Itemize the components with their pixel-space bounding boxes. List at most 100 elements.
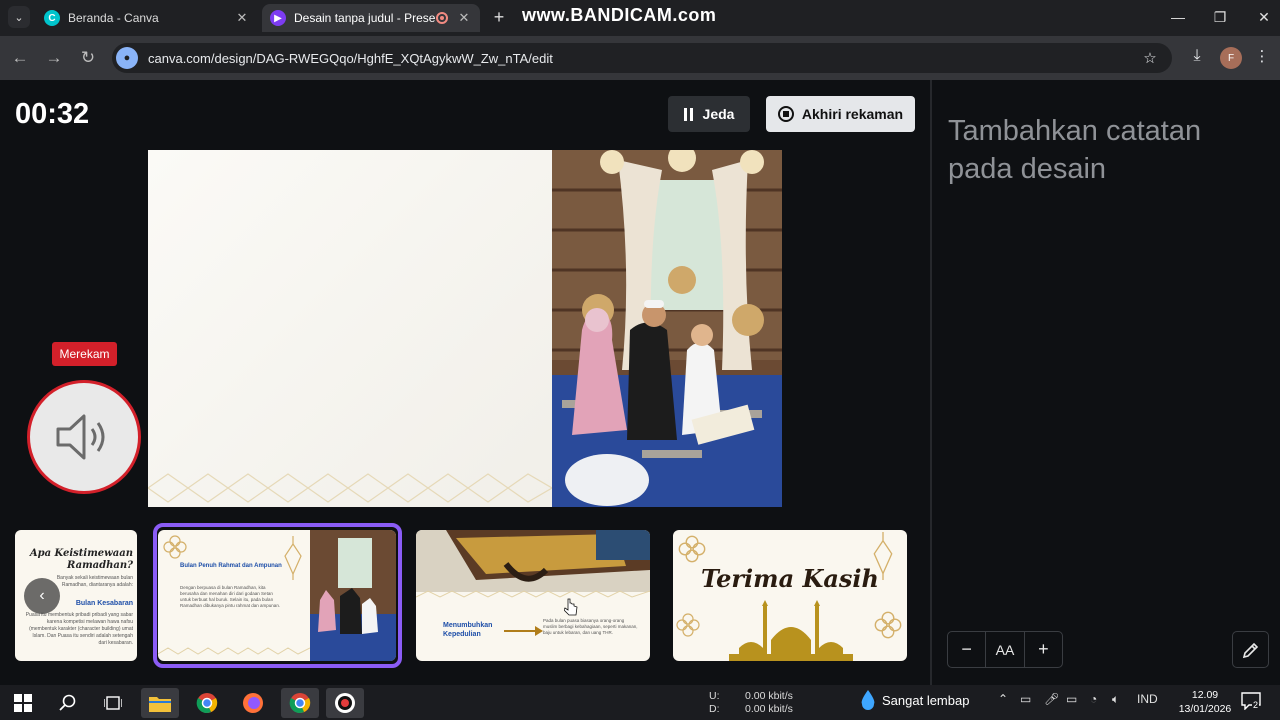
windows-start-icon[interactable] (4, 688, 42, 718)
family-praying-photo (310, 530, 396, 661)
slide-thumbnail-4[interactable]: Terima Kasih (673, 530, 907, 661)
url-text[interactable]: canva.com/design/DAG-RWEGQqo/HghfE_XQtAg… (148, 51, 1138, 66)
menu-kebab-icon[interactable]: ⋮ (1252, 47, 1272, 69)
search-icon[interactable] (49, 688, 87, 718)
file-explorer-icon[interactable] (141, 688, 179, 718)
recording-badge: Merekam (52, 342, 117, 366)
battery-icon[interactable]: ▭ (1066, 692, 1077, 706)
end-recording-button[interactable]: Akhiri rekaman (766, 96, 915, 132)
close-tab-icon[interactable]: ✕ (456, 10, 472, 26)
thumbnail-title: Terima Kasih (701, 564, 879, 593)
thumbnail-title: Apa Keistimewaan Ramadhan? (29, 548, 133, 571)
lantern-icon (284, 536, 302, 580)
speaker-button[interactable] (27, 380, 141, 494)
taskbar-clock[interactable]: 12.09 13/01/2026 (1172, 688, 1238, 716)
reload-icon[interactable]: ↻ (76, 46, 100, 70)
weather-widget[interactable]: Sangat lembap (860, 690, 969, 710)
recording-timer: 00:32 (15, 98, 90, 130)
slide-thumbnail-2[interactable]: Bulan Penuh Rahmat dan Ampunan Dengan be… (158, 530, 396, 661)
firefox-icon[interactable] (234, 688, 272, 718)
thumbnail-title: Bulan Penuh Rahmat dan Ampunan (180, 563, 282, 569)
flower-ornament-icon (676, 613, 700, 637)
upload-speed: 0.00 kbit/s (745, 690, 793, 702)
bookmark-star-icon[interactable]: ☆ (1138, 49, 1162, 67)
forward-arrow-icon[interactable]: → (42, 46, 66, 70)
chrome-active-icon[interactable] (281, 688, 319, 718)
close-tab-icon[interactable]: ✕ (234, 10, 250, 26)
flower-ornament-icon (163, 535, 187, 559)
quran-book-photo (416, 530, 650, 592)
network-labels: U: D: (709, 690, 723, 716)
slide-paper-background (148, 150, 552, 507)
text-size-controls: − AA + (947, 631, 1063, 668)
notes-placeholder[interactable]: Tambahkan catatan pada desain (948, 112, 1258, 188)
canva-icon: C (44, 10, 60, 26)
pause-label: Jeda (702, 106, 735, 122)
weather-text: Sangat lembap (882, 692, 970, 708)
edit-notes-button[interactable] (1232, 631, 1269, 668)
notification-center-icon[interactable]: 2 (1240, 692, 1262, 712)
wifi-icon[interactable]: ◔ (1090, 692, 1097, 706)
thumbnail-body: Puasa itu membentuk pribadi pribadi yang… (25, 612, 133, 646)
volume-icon[interactable]: 🔈︎ (1112, 692, 1119, 707)
speaker-icon (56, 414, 105, 460)
thumbnail-body: Dengan berpuasa di bulan Ramadhan, kita … (180, 585, 281, 608)
tab-presentation[interactable]: ▶ Desain tanpa judul - Presen ✕ (262, 4, 480, 32)
tab-title: Beranda - Canva (68, 11, 159, 25)
download-label: D: (709, 703, 720, 715)
flower-ornament-icon (678, 535, 706, 563)
thumbnail-subheading: Bulan Kesabaran (75, 600, 133, 607)
flower-ornament-icon (874, 611, 902, 639)
arrow-right-icon (535, 626, 543, 636)
restore-icon[interactable]: ❐ (1205, 6, 1235, 28)
family-praying-photo (552, 150, 782, 507)
minimize-icon[interactable]: — (1163, 6, 1193, 28)
pause-icon (683, 107, 693, 121)
bandicam-watermark: www.BANDICAM.com (522, 5, 717, 25)
pencil-edit-icon (1242, 642, 1258, 658)
recording-indicator-icon (436, 12, 448, 24)
close-window-icon[interactable]: ✕ (1249, 6, 1279, 28)
omnibox[interactable]: ● canva.com/design/DAG-RWEGQqo/HghfE_XQt… (112, 43, 1172, 73)
thumbnail-title: Menumbuhkan Kepedulian (443, 622, 493, 638)
ornament-border (148, 473, 552, 503)
download-icon[interactable]: ⤓ (1186, 47, 1208, 69)
language-indicator[interactable]: IND (1137, 692, 1158, 706)
end-recording-label: Akhiri rekaman (801, 106, 904, 122)
pause-button[interactable]: Jeda (668, 96, 750, 132)
task-view-icon[interactable] (94, 688, 132, 718)
clock-date: 13/01/2026 (1178, 703, 1232, 715)
meet-now-icon[interactable]: ▭ (1020, 692, 1031, 706)
clock-time: 12.09 (1191, 689, 1219, 701)
chevron-left-icon[interactable]: ‹ (24, 578, 60, 614)
arrow-line (504, 630, 538, 632)
thumbnail-body: Pada bulan puasa biasanya orang-orang mu… (543, 618, 638, 635)
chrome-icon[interactable] (188, 688, 226, 718)
stop-icon (777, 106, 794, 122)
decrease-text-size-button[interactable]: − (948, 632, 987, 667)
new-tab-button[interactable]: + (488, 6, 510, 28)
back-arrow-icon[interactable]: ← (8, 46, 32, 70)
network-speeds: 0.00 kbit/s 0.00 kbit/s (745, 690, 805, 716)
tab-beranda[interactable]: C Beranda - Canva ✕ (36, 4, 258, 32)
text-size-icon[interactable]: AA (986, 632, 1025, 667)
current-slide (148, 150, 782, 507)
mouse-cursor-icon (564, 598, 578, 616)
notification-count: 2 (1252, 700, 1260, 710)
slide-thumbnail-3[interactable]: Menumbuhkan Kepedulian Pada bulan puasa … (416, 530, 650, 661)
profile-avatar[interactable]: F (1220, 47, 1242, 69)
upload-label: U: (709, 690, 720, 702)
tab-search-chevron-icon[interactable]: ⌄ (8, 6, 30, 28)
download-speed: 0.00 kbit/s (745, 703, 793, 715)
canva-present-icon: ▶ (270, 10, 286, 26)
bandicam-record-icon[interactable] (326, 688, 364, 718)
mosque-silhouette-icon (729, 600, 853, 661)
microphone-icon[interactable]: 🎤︎ (1044, 692, 1059, 706)
water-drop-icon (861, 690, 875, 710)
tab-title: Desain tanpa judul - Presen (294, 11, 436, 25)
ornament-border (416, 590, 650, 598)
ornament-border (158, 647, 310, 655)
microphone-icon[interactable]: ● (116, 47, 138, 69)
chevron-up-icon[interactable]: ⌃ (998, 692, 1008, 706)
increase-text-size-button[interactable]: + (1025, 632, 1062, 667)
